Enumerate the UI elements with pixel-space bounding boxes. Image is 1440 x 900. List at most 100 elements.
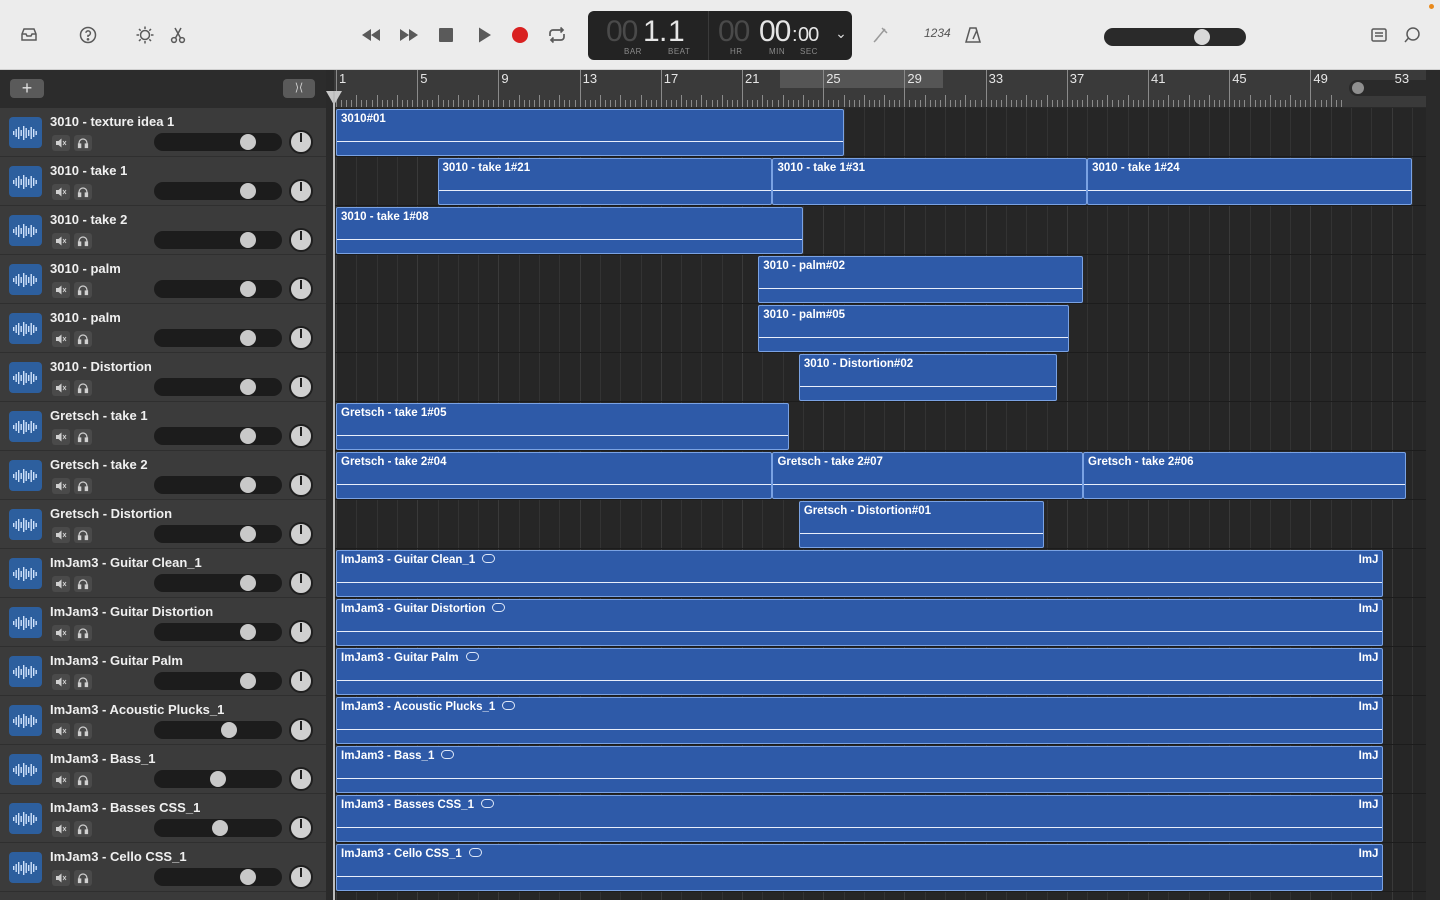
audio-waveform-icon[interactable] (9, 215, 42, 246)
track-header[interactable]: 3010 - take 1 (0, 157, 326, 206)
record-icon[interactable] (507, 22, 533, 48)
track-volume-slider[interactable] (154, 868, 282, 886)
pan-knob[interactable] (289, 130, 313, 154)
pan-knob[interactable] (289, 865, 313, 889)
track-volume-slider[interactable] (154, 329, 282, 347)
pan-knob[interactable] (289, 473, 313, 497)
track-header[interactable]: ImJam3 - Basses CSS_1 (0, 794, 326, 843)
pan-knob[interactable] (289, 718, 313, 742)
headphones-icon[interactable] (74, 233, 92, 249)
mute-icon[interactable] (52, 184, 70, 200)
pan-knob[interactable] (289, 620, 313, 644)
track-volume-knob[interactable] (240, 526, 257, 542)
audio-region[interactable]: 3010 - take 1#21 (437, 158, 773, 205)
mute-icon[interactable] (52, 429, 70, 445)
track-header[interactable]: ImJam3 - Guitar Palm (0, 647, 326, 696)
track-volume-slider[interactable] (154, 623, 282, 641)
track-volume-knob[interactable] (210, 771, 226, 787)
track-volume-slider[interactable] (154, 672, 282, 690)
track-header[interactable]: ImJam3 - Cello CSS_1 (0, 843, 326, 892)
track-volume-slider[interactable] (154, 574, 282, 592)
track-volume-slider[interactable] (154, 770, 282, 788)
audio-region[interactable]: Gretsch - take 2#07 (772, 452, 1084, 499)
headphones-icon[interactable] (74, 135, 92, 151)
pan-knob[interactable] (289, 179, 313, 203)
audio-region[interactable]: ImJam3 - Bass_1 ImJ (336, 746, 1384, 793)
mute-icon[interactable] (52, 233, 70, 249)
audio-waveform-icon[interactable] (9, 313, 42, 344)
headphones-icon[interactable] (74, 576, 92, 592)
mute-icon[interactable] (52, 380, 70, 396)
track-header[interactable]: Gretsch - take 1 (0, 402, 326, 451)
stop-icon[interactable] (433, 22, 459, 48)
track-volume-knob[interactable] (240, 869, 257, 885)
headphones-icon[interactable] (74, 772, 92, 788)
count-in-button[interactable]: 1234 (924, 26, 951, 40)
track-header[interactable]: ImJam3 - Bass_1 (0, 745, 326, 794)
headphones-icon[interactable] (74, 870, 92, 886)
cycle-icon[interactable] (544, 22, 570, 48)
track-volume-knob[interactable] (240, 624, 257, 640)
track-volume-knob[interactable] (240, 232, 257, 248)
track-volume-slider[interactable] (154, 133, 282, 151)
audio-waveform-icon[interactable] (9, 558, 42, 589)
vertical-scrollbar[interactable] (1426, 70, 1440, 900)
pan-knob[interactable] (289, 669, 313, 693)
track-name[interactable]: 3010 - take 1 (50, 163, 127, 178)
track-header[interactable]: 3010 - palm (0, 255, 326, 304)
pan-knob[interactable] (289, 326, 313, 350)
headphones-icon[interactable] (74, 723, 92, 739)
track-name[interactable]: Gretsch - Distortion (50, 506, 172, 521)
pan-knob[interactable] (289, 816, 313, 840)
track-name[interactable]: ImJam3 - Acoustic Plucks_1 (50, 702, 224, 717)
track-volume-slider[interactable] (154, 721, 282, 739)
track-name[interactable]: 3010 - take 2 (50, 212, 127, 227)
rewind-icon[interactable] (358, 22, 384, 48)
headphones-icon[interactable] (74, 674, 92, 690)
mute-icon[interactable] (52, 282, 70, 298)
loop-browser-icon[interactable] (1399, 22, 1425, 48)
mute-icon[interactable] (52, 331, 70, 347)
help-icon[interactable] (75, 22, 101, 48)
track-volume-knob[interactable] (240, 281, 257, 297)
mute-icon[interactable] (52, 135, 70, 151)
headphones-icon[interactable] (74, 184, 92, 200)
track-name[interactable]: 3010 - Distortion (50, 359, 152, 374)
library-icon[interactable] (16, 22, 42, 48)
track-volume-slider[interactable] (154, 231, 282, 249)
audio-region[interactable]: 3010 - Distortion#02 (798, 354, 1057, 401)
audio-region[interactable]: Gretsch - take 2#06 (1083, 452, 1406, 499)
track-header[interactable]: 3010 - palm (0, 304, 326, 353)
pan-knob[interactable] (289, 522, 313, 546)
mute-icon[interactable] (52, 625, 70, 641)
audio-waveform-icon[interactable] (9, 117, 42, 148)
track-header[interactable]: 3010 - texture idea 1 (0, 108, 326, 157)
audio-waveform-icon[interactable] (9, 362, 42, 393)
track-volume-knob[interactable] (240, 673, 257, 689)
track-name[interactable]: ImJam3 - Basses CSS_1 (50, 800, 200, 815)
audio-waveform-icon[interactable] (9, 852, 42, 883)
audio-region[interactable]: Gretsch - take 2#04 (336, 452, 773, 499)
track-volume-knob[interactable] (240, 134, 257, 150)
metronome-icon[interactable] (960, 22, 986, 48)
track-header[interactable]: ImJam3 - Guitar Distortion (0, 598, 326, 647)
audio-waveform-icon[interactable] (9, 460, 42, 491)
master-volume-knob[interactable] (1193, 29, 1210, 45)
track-name[interactable]: Gretsch - take 2 (50, 457, 148, 472)
pan-knob[interactable] (289, 277, 313, 301)
zoom-slider-knob[interactable] (1352, 82, 1364, 94)
mute-icon[interactable] (52, 821, 70, 837)
track-name[interactable]: 3010 - palm (50, 261, 121, 276)
pan-knob[interactable] (289, 375, 313, 399)
master-volume-slider[interactable] (1104, 28, 1246, 46)
play-icon[interactable] (471, 22, 497, 48)
track-name[interactable]: ImJam3 - Bass_1 (50, 751, 156, 766)
audio-waveform-icon[interactable] (9, 754, 42, 785)
audio-waveform-icon[interactable] (9, 264, 42, 295)
headphones-icon[interactable] (74, 478, 92, 494)
audio-region[interactable]: ImJam3 - Cello CSS_1 ImJ (336, 844, 1384, 891)
lcd-mode-chevron-icon[interactable]: ⌄ (832, 25, 850, 45)
audio-region[interactable]: Gretsch - Distortion#01 (798, 501, 1045, 548)
audio-region[interactable]: 3010 - take 1#08 (336, 207, 803, 254)
pan-knob[interactable] (289, 228, 313, 252)
